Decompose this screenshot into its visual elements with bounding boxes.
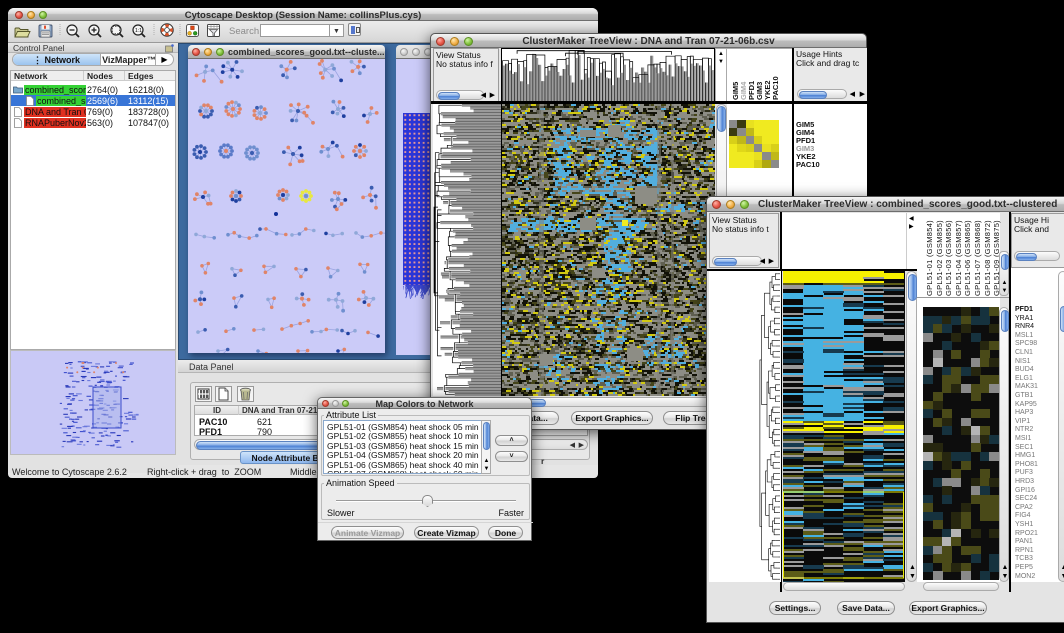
svg-text:1:1: 1:1 [135,28,142,34]
